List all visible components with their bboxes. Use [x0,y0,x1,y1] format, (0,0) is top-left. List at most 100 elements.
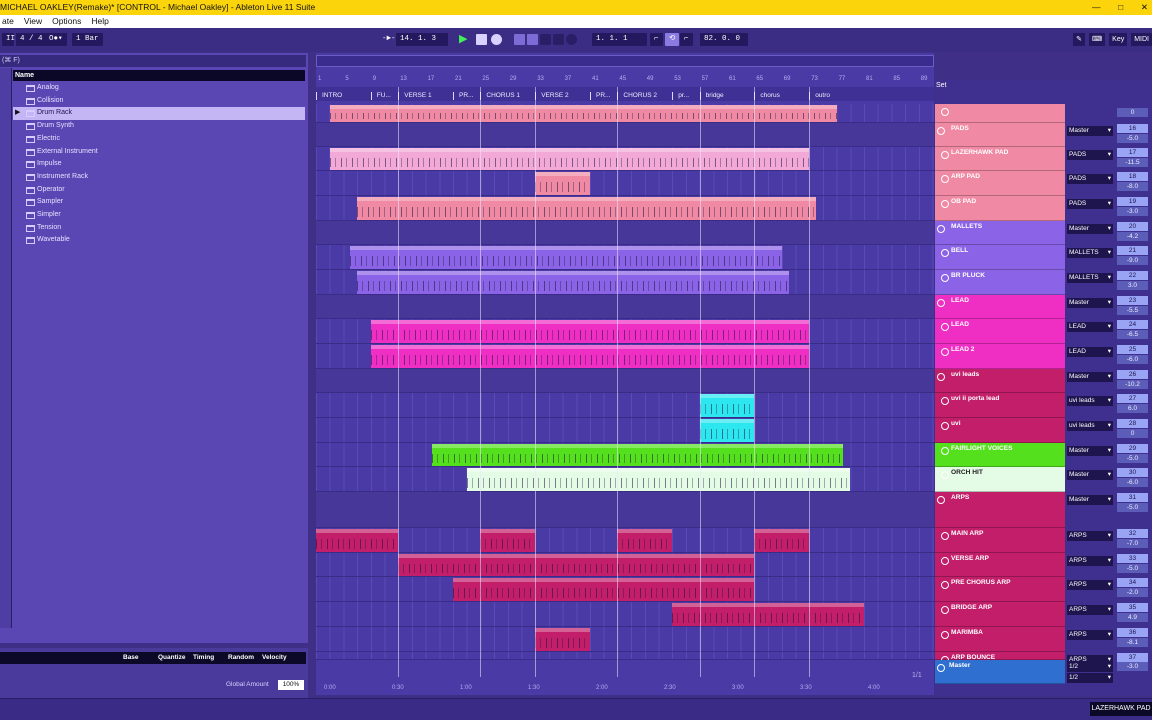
menu-item[interactable]: Help [91,15,108,28]
set-label[interactable]: Set [936,82,947,89]
track-header[interactable]: OB PAD [935,196,1065,221]
clip[interactable] [480,529,536,552]
track-activator[interactable]: 32 [1117,529,1148,538]
fold-icon[interactable] [941,108,949,116]
clip[interactable] [316,529,399,552]
track-volume[interactable]: -9.0 [1117,256,1148,265]
output-routing[interactable]: Master [1067,495,1113,505]
maximize-icon[interactable]: □ [1118,0,1123,15]
clip[interactable] [617,529,673,552]
output-routing[interactable]: LEAD [1067,322,1113,332]
track-lane[interactable] [316,295,934,319]
draw-mode-icon[interactable]: ✎ [1073,33,1086,46]
track-activator[interactable]: 31 [1117,493,1148,502]
browser-item[interactable]: Wavetable [13,234,305,247]
track-lane[interactable] [316,123,934,147]
track-activator[interactable]: 37 [1117,653,1148,662]
track-volume[interactable]: -5.0 [1117,454,1148,463]
track-volume[interactable]: 0 [1117,429,1148,438]
locator[interactable]: VERSE 1 [398,92,432,100]
fold-icon[interactable] [941,175,949,183]
browser-item[interactable]: Operator [13,184,305,197]
track-header[interactable]: uvi [935,418,1065,443]
track-volume[interactable]: -6.0 [1117,478,1148,487]
browser-item[interactable]: Analog [13,82,305,95]
browser-item[interactable]: Simpler [13,209,305,222]
menu-item[interactable]: Options [52,15,81,28]
browser-name-header[interactable]: Name [13,70,305,81]
track-volume[interactable]: -6.5 [1117,330,1148,339]
track-activator[interactable]: 21 [1117,246,1148,255]
metronome-icon[interactable]: O●▾ [45,33,67,46]
clip[interactable] [329,148,810,170]
fold-icon[interactable] [941,471,949,479]
browser-item[interactable]: Electric [13,133,305,146]
computer-keyboard-icon[interactable]: ⌨ [1089,33,1106,46]
arrangement-overview[interactable] [316,55,934,67]
track-header[interactable]: LEAD [935,319,1065,344]
browser-item[interactable]: Instrument Rack [13,171,305,184]
output-routing[interactable]: MALLETS [1067,248,1113,258]
track-lane[interactable] [316,369,934,393]
browser-item[interactable]: Tension [13,222,305,235]
clip[interactable] [672,603,864,626]
track-volume[interactable]: -8.0 [1117,182,1148,191]
output-routing[interactable]: uvi leads [1067,421,1113,431]
punch-out-icon[interactable]: ⌐ [680,33,693,46]
time-ruler[interactable]: 0:00 0:30 1:00 1:30 2:00 2:30 3:00 3:30 4:00 [316,683,934,695]
fold-icon[interactable] [937,496,945,504]
clip[interactable] [398,554,755,576]
track-lane[interactable] [316,652,934,660]
track-activator[interactable]: 30 [1117,468,1148,477]
track-volume[interactable]: -11.5 [1117,158,1148,167]
track-header[interactable]: uvi leads [935,369,1065,393]
track-volume[interactable]: -4.2 [1117,232,1148,241]
clip[interactable] [535,628,590,651]
clip[interactable] [432,444,844,466]
time-signature[interactable]: 4 / 4 [16,33,47,46]
fold-icon[interactable] [941,274,949,282]
fold-icon[interactable] [941,422,949,430]
track-volume[interactable]: -5.0 [1117,134,1148,143]
browser-item[interactable]: External Instrument [13,146,305,159]
locator[interactable]: VERSE 2 [535,92,569,100]
track-header[interactable]: LEAD 2 [935,344,1065,369]
browser-search[interactable]: (⌘ F) [0,55,306,67]
output-routing[interactable]: Master [1067,224,1113,234]
browser-item[interactable]: ▶ Drum Rack [13,107,305,121]
track-activator[interactable]: 24 [1117,320,1148,329]
locator[interactable]: pr... [672,92,689,100]
master-output-2[interactable]: 1/2 [1067,673,1113,683]
browser-item[interactable]: Impulse [13,158,305,171]
locator[interactable]: FU... [370,92,391,100]
track-activator[interactable]: 22 [1117,271,1148,280]
browser-item[interactable]: Drum Synth [13,120,305,133]
fold-icon[interactable] [941,397,949,405]
track-volume[interactable]: 0 [1117,108,1148,117]
track-activator[interactable]: 34 [1117,578,1148,587]
track-header[interactable]: LEAD [935,295,1065,319]
track-activator[interactable]: 36 [1117,628,1148,637]
locator[interactable]: CHORUS 1 [480,92,520,100]
output-routing[interactable]: ARPS [1067,605,1113,615]
track-header[interactable]: FAIRLIGHT VOICES [935,443,1065,467]
track-header[interactable]: MALLETS [935,221,1065,245]
fold-icon[interactable] [941,249,949,257]
track-header[interactable]: VERSE ARP [935,553,1065,577]
fold-icon[interactable] [941,200,949,208]
fold-icon[interactable] [937,127,945,135]
midi-map-button[interactable]: MIDI [1131,33,1152,46]
track-activator[interactable]: 29 [1117,444,1148,453]
track-header[interactable]: MARIMBA [935,627,1065,652]
fold-icon[interactable] [941,532,949,540]
clip[interactable] [699,419,755,442]
clip[interactable] [329,105,837,122]
output-routing[interactable]: Master [1067,126,1113,136]
fold-icon[interactable] [941,151,949,159]
track-header[interactable]: BR PLUCK [935,270,1065,295]
track-header[interactable]: MAIN ARP [935,528,1065,553]
track-lane[interactable] [316,492,934,528]
play-button[interactable]: ▶ [459,34,470,45]
track-volume[interactable]: -10.2 [1117,380,1148,389]
track-header[interactable]: PADS [935,123,1065,147]
